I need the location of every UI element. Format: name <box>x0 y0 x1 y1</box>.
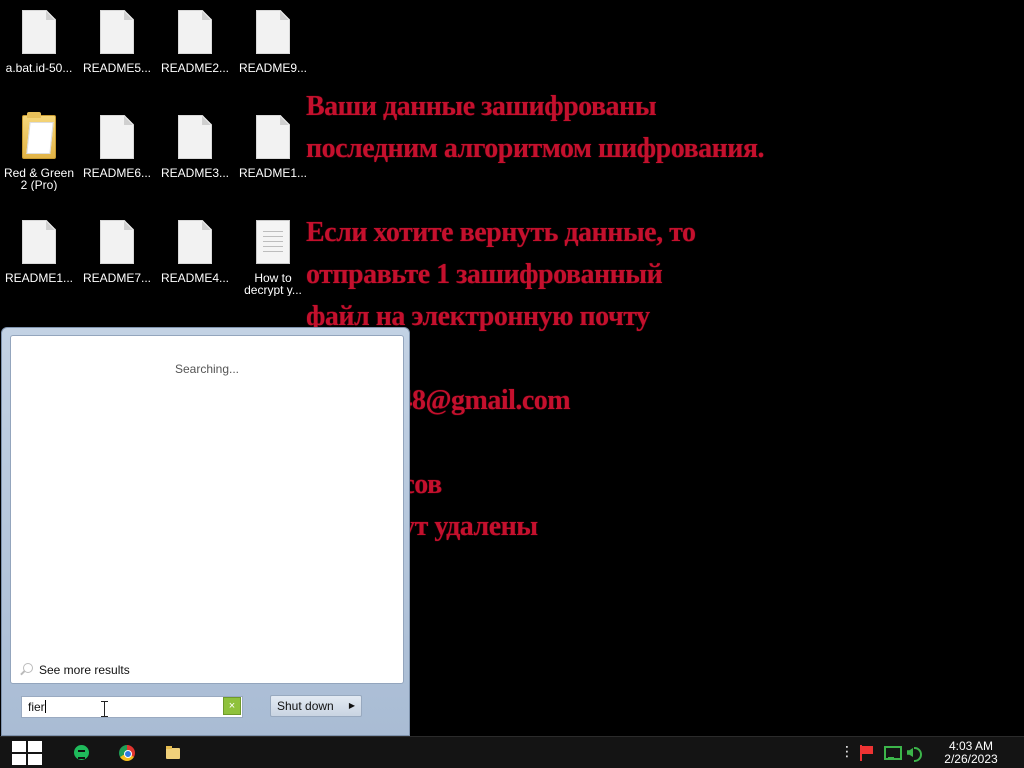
desktop-icon-label: README2... <box>160 62 229 74</box>
desktop-icon-label: README5... <box>82 62 151 74</box>
shut-down-label: Shut down <box>277 699 334 713</box>
start-menu: Searching... See more results fier × Shu… <box>1 327 410 736</box>
see-more-results-label: See more results <box>39 663 130 677</box>
desktop-icon-how-to-decrypt[interactable]: How to decrypt y... <box>234 214 312 314</box>
file-icon <box>100 115 134 159</box>
desktop-icon-red-green-folder[interactable]: Red & Green 2 (Pro) <box>0 109 78 209</box>
desktop-icon-readme1[interactable]: README1... <box>234 109 312 209</box>
desktop-icon-label: README4... <box>160 272 229 284</box>
desktop-icon-label: How to decrypt y... <box>244 272 302 296</box>
desktop-icon-label: README1... <box>238 167 307 179</box>
file-icon <box>100 10 134 54</box>
search-input[interactable]: fier <box>21 696 243 718</box>
text-file-icon <box>256 220 290 264</box>
action-center-flag-icon[interactable] <box>858 745 874 761</box>
desktop-icon-label: README6... <box>82 167 151 179</box>
start-menu-footer: fier × Shut down ▶ <box>10 686 404 728</box>
file-icon <box>22 10 56 54</box>
desktop-icon-readme4[interactable]: README4... <box>156 214 234 314</box>
file-icon <box>256 115 290 159</box>
see-more-results-link[interactable]: See more results <box>19 663 130 677</box>
network-icon[interactable] <box>882 745 902 761</box>
tray-overflow-icon[interactable] <box>840 743 854 761</box>
file-icon <box>178 10 212 54</box>
desktop-icon-readme6[interactable]: README6... <box>78 109 156 209</box>
file-icon <box>178 220 212 264</box>
desktop-icon-label: Red & Green 2 (Pro) <box>3 167 75 191</box>
taskbar: 4:03 AM 2/26/2023 <box>0 736 1024 768</box>
i-beam-cursor-icon <box>101 701 108 717</box>
desktop-icon-readme1b[interactable]: README1... <box>0 214 78 314</box>
system-clock[interactable]: 4:03 AM 2/26/2023 <box>936 740 1006 766</box>
desktop-icon-label: README1... <box>4 272 73 284</box>
shut-down-options-arrow-icon[interactable]: ▶ <box>349 696 355 716</box>
folder-icon <box>22 112 56 159</box>
file-icon <box>100 220 134 264</box>
desktop-icon-label: README7... <box>82 272 151 284</box>
file-icon <box>256 10 290 54</box>
ransom-line: Ваши данные зашифрованы <box>306 91 657 122</box>
windows-logo-icon <box>12 741 26 752</box>
desktop-icon-label: README3... <box>160 167 229 179</box>
file-explorer-icon[interactable] <box>160 741 186 767</box>
desktop-icon-readme9[interactable]: README9... <box>234 4 312 104</box>
spotify-icon[interactable] <box>69 741 95 767</box>
desktop-icon-a-bat[interactable]: a.bat.id-50... <box>0 4 78 104</box>
clock-date: 2/26/2023 <box>944 752 998 766</box>
windows-logo-icon <box>28 741 42 752</box>
desktop-icon-readme5[interactable]: README5... <box>78 4 156 104</box>
ransom-line: Если хотите вернуть данные, то <box>306 217 696 248</box>
search-results-pane: Searching... See more results <box>10 335 404 684</box>
desktop-icon-readme3[interactable]: README3... <box>156 109 234 209</box>
desktop-icon-label: a.bat.id-50... <box>5 62 73 74</box>
searching-status: Searching... <box>174 362 240 376</box>
search-input-value: fier <box>28 700 45 714</box>
ransom-line: последним алгоритмом шифрования. <box>306 133 765 164</box>
clear-search-button[interactable]: × <box>223 697 241 715</box>
chrome-icon[interactable] <box>114 741 140 767</box>
windows-logo-icon <box>28 754 42 765</box>
file-icon <box>22 220 56 264</box>
shut-down-button[interactable]: Shut down ▶ <box>270 695 362 717</box>
desktop-icon-readme7[interactable]: README7... <box>78 214 156 314</box>
desktop-icon-readme2[interactable]: README2... <box>156 4 234 104</box>
file-icon <box>178 115 212 159</box>
volume-icon[interactable] <box>906 745 924 762</box>
ransom-line: отправьте 1 зашифрованный <box>306 259 663 290</box>
start-button[interactable] <box>10 740 44 766</box>
desktop-icon-label: README9... <box>238 62 307 74</box>
search-icon <box>19 663 33 677</box>
windows-logo-icon <box>12 754 26 765</box>
text-caret <box>44 700 46 713</box>
